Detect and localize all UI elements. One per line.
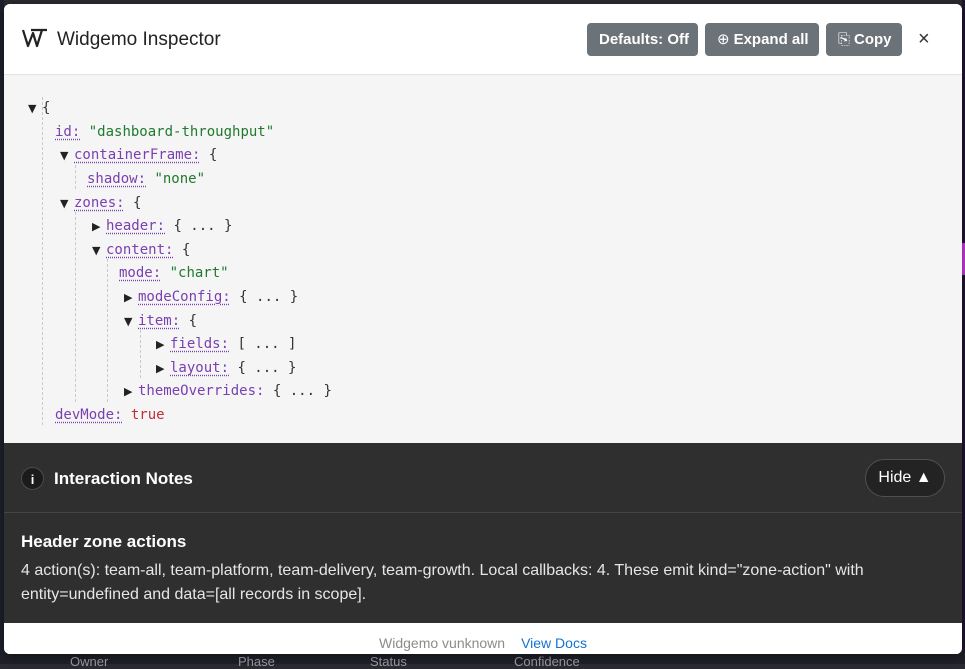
view-docs-link[interactable]: View Docs bbox=[521, 635, 587, 651]
tree-node-header[interactable]: ▶ header: { ... } bbox=[92, 215, 232, 237]
interaction-notes-panel: i Interaction Notes Hide ▲ Header zone a… bbox=[4, 443, 962, 623]
caret-right-icon[interactable]: ▶ bbox=[124, 381, 138, 403]
tree-node-fields[interactable]: ▶ fields: [ ... ] bbox=[156, 333, 296, 355]
caret-down-icon[interactable]: ▼ bbox=[60, 193, 74, 215]
expand-all-button[interactable]: ⊕ Expand all bbox=[705, 23, 819, 56]
tree-node-id: id: "dashboard-throughput" bbox=[55, 124, 275, 140]
tree-node-content[interactable]: ▼ content: { bbox=[92, 239, 190, 261]
version-label: Widgemo vunknown bbox=[379, 635, 506, 651]
tree-node-item[interactable]: ▼ item: { bbox=[124, 310, 197, 332]
copy-label: Copy bbox=[854, 31, 892, 48]
defaults-toggle-label: Defaults: Off bbox=[599, 31, 689, 48]
caret-down-icon[interactable]: ▼ bbox=[60, 145, 74, 167]
tree-node-containerFrame[interactable]: ▼ containerFrame: { bbox=[60, 144, 217, 166]
tree-guide bbox=[140, 330, 141, 378]
caret-right-icon[interactable]: ▶ bbox=[92, 216, 106, 238]
caret-down-icon[interactable]: ▼ bbox=[124, 311, 138, 333]
hide-notes-button[interactable]: Hide ▲ bbox=[865, 459, 945, 497]
note-body: 4 action(s): team-all, team-platform, te… bbox=[21, 562, 864, 603]
expand-icon: ⊕ bbox=[717, 31, 730, 48]
defaults-toggle-button[interactable]: Defaults: Off bbox=[587, 23, 698, 56]
modal-header: Widgemo Inspector Defaults: Off ⊕ Expand … bbox=[4, 4, 962, 75]
expand-all-label: Expand all bbox=[733, 31, 809, 48]
caret-down-icon[interactable]: ▼ bbox=[92, 240, 106, 262]
tree-node-zones[interactable]: ▼ zones: { bbox=[60, 192, 141, 214]
caret-right-icon[interactable]: ▶ bbox=[124, 287, 138, 309]
background-col-owner: Owner bbox=[70, 654, 109, 669]
copy-icon: ⎘ bbox=[838, 31, 851, 48]
tree-node-modeConfig[interactable]: ▶ modeConfig: { ... } bbox=[124, 286, 298, 308]
close-icon[interactable]: × bbox=[918, 29, 930, 49]
modal-footer: Widgemo vunknown View Docs bbox=[4, 623, 962, 654]
notes-header: i Interaction Notes Hide ▲ bbox=[4, 443, 962, 513]
note-heading: Header zone actions bbox=[21, 532, 187, 551]
tree-node-layout[interactable]: ▶ layout: { ... } bbox=[156, 357, 296, 379]
background-col-status: Status bbox=[370, 654, 407, 669]
json-tree: ▼{ id: "dashboard-throughput" ▼ container… bbox=[4, 75, 962, 443]
tree-root[interactable]: ▼{ bbox=[28, 97, 50, 119]
background-col-confidence: Confidence bbox=[514, 654, 580, 669]
modal-title: Widgemo Inspector bbox=[57, 29, 221, 50]
tree-guide bbox=[42, 97, 43, 425]
tree-node-shadow: shadow: "none" bbox=[87, 171, 206, 187]
tree-node-mode: mode: "chart" bbox=[119, 265, 229, 281]
tree-guide bbox=[75, 212, 76, 402]
tree-node-devMode: devMode: true bbox=[55, 407, 165, 423]
info-icon: i bbox=[21, 467, 44, 490]
caret-right-icon[interactable]: ▶ bbox=[156, 358, 170, 380]
background-col-phase: Phase bbox=[238, 654, 275, 669]
tree-guide bbox=[75, 165, 76, 189]
tree-guide bbox=[107, 259, 108, 402]
notes-title: Interaction Notes bbox=[54, 469, 193, 488]
copy-button[interactable]: ⎘ Copy bbox=[826, 23, 902, 56]
caret-down-icon[interactable]: ▼ bbox=[28, 98, 42, 120]
caret-right-icon[interactable]: ▶ bbox=[156, 334, 170, 356]
inspector-modal: Widgemo Inspector Defaults: Off ⊕ Expand … bbox=[4, 4, 962, 654]
widgemo-logo-icon bbox=[22, 28, 47, 48]
tree-node-themeOverrides[interactable]: ▶ themeOverrides: { ... } bbox=[124, 380, 332, 402]
